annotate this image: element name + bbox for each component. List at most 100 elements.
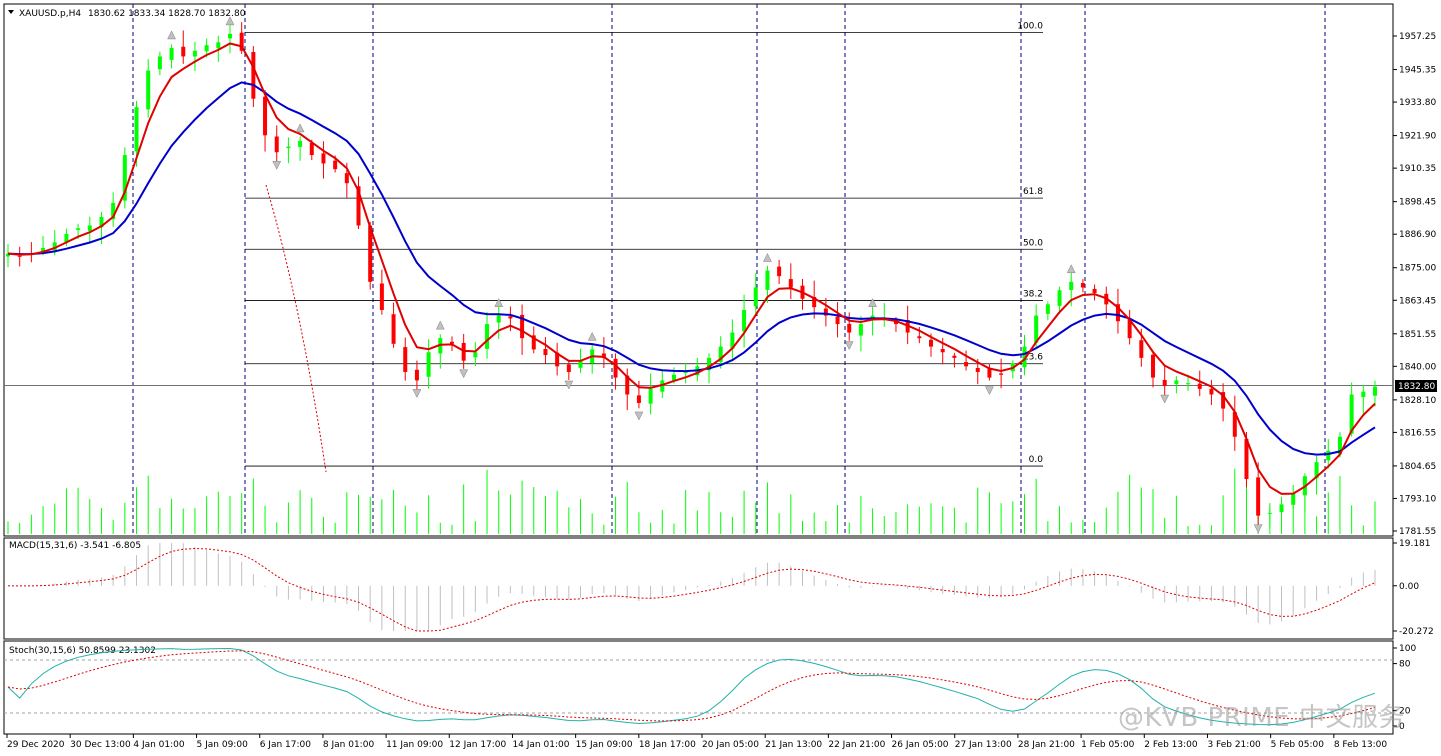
- candle-body: [975, 367, 980, 372]
- candle-body: [613, 358, 618, 378]
- candle-body: [1209, 388, 1214, 395]
- last-price-label: 1832.80: [1398, 382, 1435, 392]
- time-tick-label: 11 Jan 09:00: [386, 740, 443, 750]
- price-tick-label: 1886.90: [1399, 230, 1436, 240]
- fib-level-label: 61.8: [1023, 187, 1043, 197]
- candle-body: [1197, 383, 1202, 389]
- price-tick-label: 1898.45: [1399, 198, 1436, 208]
- macd-tick-label: 19.181: [1399, 539, 1431, 549]
- candle-body: [917, 336, 922, 339]
- fib-level-label: 50.0: [1023, 238, 1043, 248]
- candle-body: [987, 368, 992, 378]
- time-tick-label: 8 Jan 01:00: [323, 740, 375, 750]
- price-tick-label: 1921.90: [1399, 132, 1436, 142]
- candle-body: [543, 348, 548, 356]
- time-tick-label: 2 Feb 13:00: [1144, 740, 1198, 750]
- price-tick-label: 1804.65: [1399, 462, 1436, 472]
- candle-body: [344, 173, 349, 184]
- candle-body: [379, 283, 384, 310]
- macd-tick-label: -20.272: [1399, 627, 1434, 637]
- candle-body: [858, 324, 863, 336]
- main-price-panel: [3, 3, 1394, 537]
- candle-body: [1291, 493, 1296, 505]
- time-tick-label: 20 Jan 05:00: [702, 740, 759, 750]
- candle-body: [333, 160, 338, 170]
- candle-body: [134, 107, 139, 152]
- candle-body: [1057, 290, 1062, 306]
- price-tick-label: 1828.10: [1399, 396, 1436, 406]
- candle-body: [192, 50, 197, 57]
- stoch-tick-label: 100: [1399, 644, 1416, 654]
- candle-body: [76, 228, 81, 230]
- candle-body: [251, 51, 256, 99]
- candle-body: [1373, 386, 1377, 396]
- price-tick-label: 1793.10: [1399, 494, 1436, 504]
- candle-body: [648, 388, 653, 404]
- macd-panel: [3, 537, 1394, 640]
- candle-body: [1174, 380, 1179, 385]
- candle-body: [286, 146, 291, 149]
- price-tick-label: 1781.55: [1399, 527, 1436, 537]
- candle-body: [216, 42, 221, 49]
- symbol-name: XAUUSD.p,H4: [19, 9, 81, 19]
- time-tick-label: 22 Jan 21:00: [828, 740, 885, 750]
- candle-body: [17, 255, 22, 257]
- time-tick-label: 4 Jan 01:00: [133, 740, 185, 750]
- candle-body: [263, 96, 268, 136]
- candle-body: [204, 45, 209, 52]
- candle-body: [87, 225, 92, 231]
- price-tick-label: 1840.00: [1399, 362, 1436, 372]
- macd-axis: 19.181 0.00 -20.272: [1393, 539, 1434, 637]
- candle-body: [742, 309, 747, 332]
- price-tick-label: 1957.25: [1399, 32, 1436, 42]
- candle-body: [169, 47, 174, 60]
- candle-body: [753, 287, 758, 307]
- price-tick-label: 1851.55: [1399, 330, 1436, 340]
- time-tick-label: 21 Jan 13:00: [765, 740, 822, 750]
- candle-body: [227, 33, 232, 39]
- candle-body: [1069, 281, 1074, 290]
- time-tick-label: 15 Jan 09:00: [576, 740, 633, 750]
- candle-body: [321, 153, 326, 164]
- time-tick-label: 18 Jan 17:00: [639, 740, 696, 750]
- candle-body: [999, 373, 1004, 375]
- candle-body: [566, 364, 571, 372]
- candle-body: [940, 349, 945, 353]
- candle-body: [636, 395, 641, 403]
- candle-body: [835, 316, 840, 325]
- candle-body: [788, 279, 793, 288]
- candle-body: [1080, 283, 1085, 288]
- candle-body: [1092, 288, 1097, 294]
- candle-body: [765, 270, 770, 290]
- price-tick-label: 1816.55: [1399, 428, 1436, 438]
- candle-body: [1151, 354, 1156, 378]
- time-tick-label: 8 Feb 13:00: [1334, 740, 1388, 750]
- macd-tick-label: 0.00: [1399, 582, 1419, 592]
- candle-body: [274, 136, 279, 153]
- candle-body: [309, 142, 314, 156]
- price-tick-label: 1910.35: [1399, 164, 1436, 174]
- price-tick-label: 1945.35: [1399, 66, 1436, 76]
- candle-body: [146, 70, 151, 110]
- price-tick-label: 1863.45: [1399, 296, 1436, 306]
- time-tick-label: 5 Jan 09:00: [197, 740, 249, 750]
- candle-body: [485, 324, 490, 349]
- time-tick-label: 14 Jan 01:00: [512, 740, 569, 750]
- candle-body: [473, 352, 478, 358]
- fib-level-label: 100.0: [1017, 21, 1043, 31]
- candle-body: [777, 266, 782, 277]
- time-tick-label: 26 Jan 05:00: [892, 740, 949, 750]
- candle-body: [1279, 504, 1284, 513]
- candle-body: [964, 362, 969, 367]
- candle-body: [426, 352, 431, 377]
- candle-body: [1139, 340, 1144, 358]
- candle-body: [1186, 383, 1191, 385]
- time-tick-label: 5 Feb 05:00: [1271, 740, 1325, 750]
- time-tick-label: 27 Jan 13:00: [955, 740, 1012, 750]
- candle-body: [298, 140, 303, 147]
- price-tick-label: 1933.80: [1399, 98, 1436, 108]
- candle-body: [683, 371, 688, 373]
- time-tick-label: 6 Jan 17:00: [260, 740, 312, 750]
- chart-canvas: 1957.25 1945.35 1933.80 1921.90 1910.35 1898.…: [3, 3, 1437, 750]
- candle-body: [157, 56, 162, 70]
